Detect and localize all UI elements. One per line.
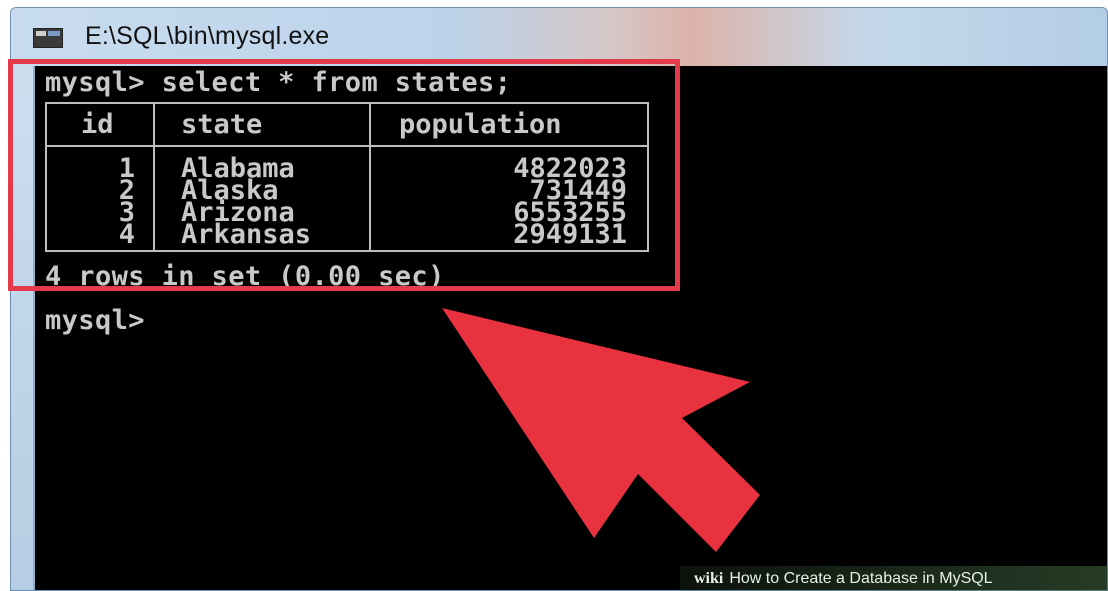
watermark: wiki How to Create a Database in MySQL [680,566,1108,591]
sql-command: mysql> select * from states; [45,67,512,98]
arrow-shape [442,308,760,552]
table-header-border [45,145,649,147]
watermark-logo: wiki [694,570,724,587]
column-header-state: state [181,109,263,140]
title-bar[interactable]: E:\SQL\bin\mysql.exe [11,8,1107,66]
table-cell-state: Arkansas [181,219,312,250]
console-icon [33,28,63,48]
watermark-text: How to Create a Database in MySQL [729,570,993,587]
result-summary: 4 rows in set (0.00 sec) [45,261,445,292]
console-prompt[interactable]: mysql> [45,306,145,336]
table-left-border [45,102,47,252]
column-header-population: population [399,109,562,140]
table-cell-population: 2949131 [513,219,627,250]
pointer-arrow-icon [442,308,760,552]
window-title: E:\SQL\bin\mysql.exe [85,22,330,50]
table-cell-id: 4 [118,219,135,250]
table-col-divider [153,102,155,252]
table-top-border [45,102,649,104]
table-col-divider [369,102,371,252]
column-header-id: id [81,109,114,140]
table-bottom-border [45,250,649,252]
table-right-border [647,102,649,252]
